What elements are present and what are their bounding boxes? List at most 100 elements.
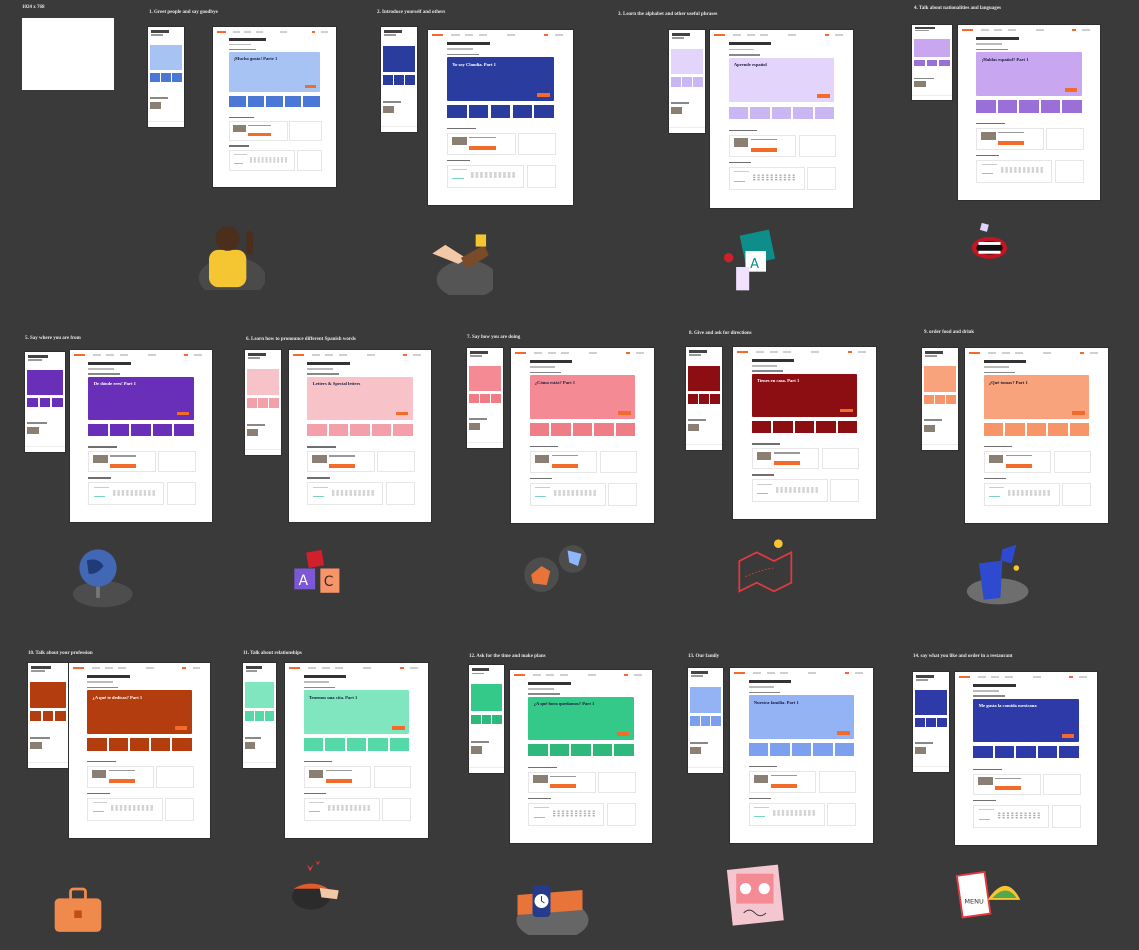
video-card[interactable] xyxy=(976,128,1044,150)
lesson-tile[interactable] xyxy=(750,106,770,119)
nav-link[interactable] xyxy=(1007,28,1016,32)
nav-link[interactable] xyxy=(769,350,778,354)
nav-logo[interactable] xyxy=(74,353,85,357)
lesson-tile[interactable] xyxy=(748,743,769,756)
lesson-tile[interactable] xyxy=(468,105,489,118)
mobile-tile[interactable] xyxy=(54,711,66,721)
lesson-tile[interactable] xyxy=(393,423,413,436)
start-lesson-button[interactable] xyxy=(174,726,188,730)
side-card[interactable] xyxy=(289,121,322,141)
nav-link[interactable] xyxy=(106,353,115,357)
lesson-tile[interactable] xyxy=(284,95,302,107)
mobile-tab-bar[interactable] xyxy=(922,443,958,448)
nav-link[interactable] xyxy=(811,350,820,354)
lesson-tile[interactable] xyxy=(172,738,192,751)
nav-link[interactable] xyxy=(788,33,797,37)
nav-logo[interactable] xyxy=(73,666,84,670)
lesson-tile[interactable] xyxy=(389,738,410,751)
mobile-tile[interactable] xyxy=(924,394,934,405)
mobile-tile[interactable] xyxy=(269,398,279,408)
nav-logo[interactable] xyxy=(737,350,749,354)
nav-link[interactable] xyxy=(980,28,989,32)
lesson-tile[interactable] xyxy=(994,746,1015,759)
video-thumb[interactable] xyxy=(233,124,246,132)
nav-logo[interactable] xyxy=(1071,28,1076,32)
mobile-tile[interactable] xyxy=(700,716,711,726)
top-nav[interactable] xyxy=(293,353,427,357)
nav-logo[interactable] xyxy=(959,675,970,679)
nav-logo[interactable] xyxy=(969,351,981,355)
lesson-tile[interactable] xyxy=(266,95,283,107)
lesson-tile[interactable] xyxy=(728,106,749,119)
nav-link[interactable] xyxy=(532,673,541,677)
nav-link[interactable] xyxy=(1082,28,1091,32)
nav-link[interactable] xyxy=(1043,351,1052,355)
nav-link[interactable] xyxy=(1004,675,1013,679)
nav-link[interactable] xyxy=(1001,351,1010,355)
nav-link[interactable] xyxy=(280,30,288,33)
lesson-tile[interactable] xyxy=(371,423,392,436)
mobile-tile[interactable] xyxy=(172,73,182,82)
nav-link[interactable] xyxy=(451,33,460,37)
mobile-tile[interactable] xyxy=(946,394,956,405)
nav-logo[interactable] xyxy=(181,666,186,670)
mobile-tab-bar[interactable] xyxy=(245,448,281,453)
mobile-tile[interactable] xyxy=(699,394,709,404)
lesson-tile[interactable] xyxy=(151,738,171,751)
lesson-tile[interactable] xyxy=(794,420,815,433)
lesson-tile[interactable] xyxy=(751,420,772,433)
mobile-video-thumb[interactable] xyxy=(924,424,935,432)
start-lesson-button[interactable] xyxy=(395,411,409,416)
nav-link[interactable] xyxy=(759,33,769,37)
nav-link[interactable] xyxy=(589,351,598,355)
video-card[interactable] xyxy=(307,451,375,473)
lesson-tile[interactable] xyxy=(325,738,345,751)
lesson-tile[interactable] xyxy=(615,423,636,436)
nav-link[interactable] xyxy=(192,666,201,670)
mobile-tab-bar[interactable] xyxy=(469,766,504,771)
mobile-tab-bar[interactable] xyxy=(148,121,184,125)
side-card[interactable] xyxy=(818,771,857,793)
watch-button[interactable] xyxy=(998,140,1025,145)
lesson-tile[interactable] xyxy=(813,743,833,756)
nav-logo[interactable] xyxy=(216,30,226,33)
top-nav[interactable] xyxy=(73,666,206,670)
video-card[interactable] xyxy=(88,451,156,473)
nav-logo[interactable] xyxy=(289,666,301,670)
lesson-hero-card[interactable]: ¿A qué hora quedamos? Part 1 xyxy=(528,696,634,741)
nav-link[interactable] xyxy=(194,353,203,357)
mobile-tile[interactable] xyxy=(244,711,254,721)
start-lesson-button[interactable] xyxy=(176,411,190,416)
nav-link[interactable] xyxy=(1079,675,1088,679)
start-lesson-button[interactable] xyxy=(1061,734,1075,738)
video-card[interactable] xyxy=(529,451,598,473)
nav-link[interactable] xyxy=(465,33,474,37)
side-card[interactable] xyxy=(1043,774,1081,796)
nav-link[interactable] xyxy=(410,666,419,670)
mobile-lesson-card[interactable] xyxy=(383,45,415,73)
lesson-tile[interactable] xyxy=(771,106,792,119)
video-card[interactable] xyxy=(983,451,1052,473)
nav-logo[interactable] xyxy=(544,33,549,37)
mobile-video-thumb[interactable] xyxy=(27,427,40,434)
watch-button[interactable] xyxy=(551,463,578,468)
mobile-video-thumb[interactable] xyxy=(914,81,927,87)
lesson-tile[interactable] xyxy=(174,423,194,436)
mobile-tile[interactable] xyxy=(265,711,275,721)
mobile-tile[interactable] xyxy=(30,711,42,721)
lesson-tile[interactable] xyxy=(973,746,993,759)
nav-link[interactable] xyxy=(782,350,792,354)
lesson-tile[interactable] xyxy=(549,744,570,757)
nav-link[interactable] xyxy=(256,30,263,33)
lesson-tile[interactable] xyxy=(528,744,548,757)
nav-link[interactable] xyxy=(92,353,101,357)
video-thumb[interactable] xyxy=(308,769,323,778)
mobile-tab-bar[interactable] xyxy=(28,761,68,766)
lesson-tile[interactable] xyxy=(997,100,1018,113)
lesson-hero-card[interactable]: ¡Mucho gusto! Parte 1 xyxy=(228,51,320,92)
mobile-video-thumb[interactable] xyxy=(150,102,161,109)
nav-link[interactable] xyxy=(547,351,556,355)
mobile-tile[interactable] xyxy=(471,714,481,725)
mobile-tile[interactable] xyxy=(480,394,490,403)
mobile-tab-bar[interactable] xyxy=(688,766,723,771)
